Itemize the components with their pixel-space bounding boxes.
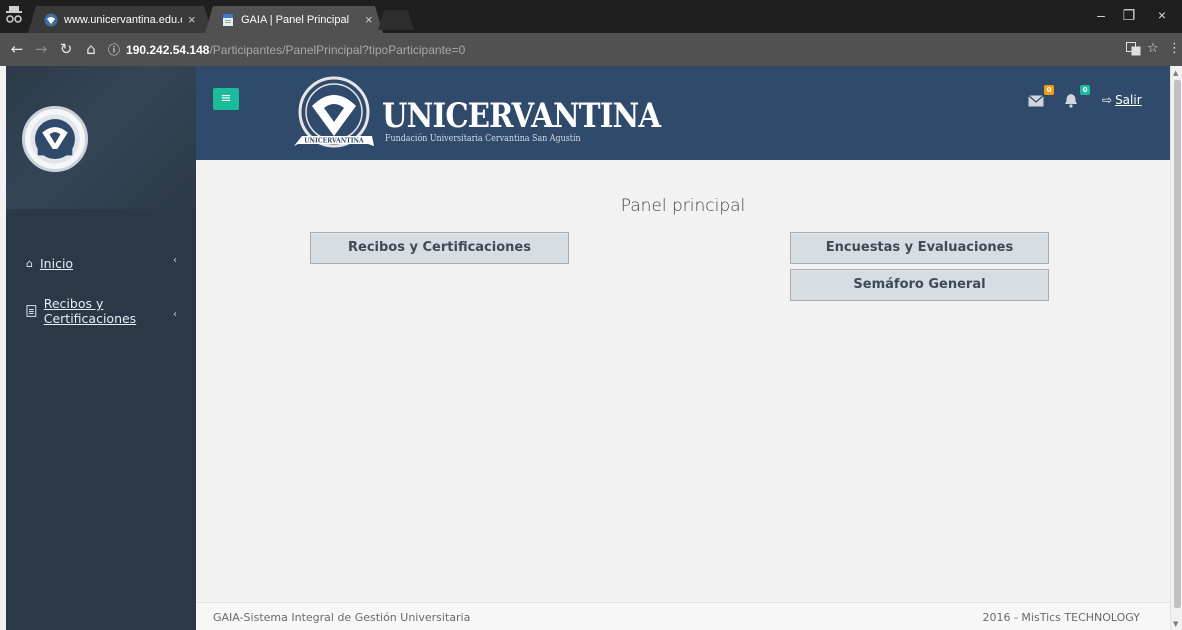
sidebar-item-label: Inicio — [39, 256, 74, 271]
messages-button[interactable]: 0 — [1028, 85, 1054, 108]
reload-icon[interactable]: ↻ — [57, 40, 75, 58]
incognito-icon — [6, 6, 22, 23]
notifications-button[interactable]: 0 — [1064, 85, 1090, 108]
chevron-left-icon[interactable]: ‹ — [173, 309, 177, 320]
new-tab-button[interactable] — [378, 10, 414, 30]
close-window-button[interactable]: × — [1147, 7, 1177, 23]
scroll-down-icon[interactable]: ▼ — [1173, 620, 1178, 628]
minimize-button[interactable]: – — [1086, 7, 1116, 23]
emblem-ribbon-text: UNICERVANTINA — [304, 138, 364, 145]
recibos-certificaciones-button[interactable]: Recibos y Certificaciones — [310, 232, 569, 264]
encuestas-evaluaciones-button[interactable]: Encuestas y Evaluaciones — [790, 232, 1049, 264]
chevron-left-icon[interactable]: ‹ — [173, 255, 177, 266]
envelope-icon — [1028, 95, 1044, 107]
site-info-icon[interactable]: ⓘ — [108, 39, 120, 61]
address-bar[interactable]: ⓘ 190.242.54.148/Participantes/PanelPrinc… — [108, 39, 1158, 61]
browser-toolbar: ← → ↻ ⌂ ⓘ 190.242.54.148/Participantes/Pa… — [0, 33, 1182, 66]
logout-label: Salir — [1115, 93, 1142, 107]
document-icon — [26, 305, 37, 317]
page-viewport: ⌂ Inicio ‹ Recibos y Certificaciones ‹ ≡… — [0, 66, 1182, 630]
browser-tabstrip: www.unicervantina.edu.c × GAIA | Panel P… — [0, 0, 1182, 33]
menu-icon[interactable]: ⋮ — [1168, 41, 1181, 56]
home-icon: ⌂ — [26, 257, 33, 270]
bell-icon — [1065, 94, 1077, 108]
restore-button[interactable]: ❐ — [1114, 7, 1144, 24]
star-icon[interactable]: ☆ — [1147, 41, 1159, 56]
sidebar: ⌂ Inicio ‹ Recibos y Certificaciones ‹ — [6, 66, 196, 630]
page-scrollbar[interactable]: ▲ ▼ — [1170, 66, 1182, 630]
brand-name: UNICERVANTINA — [382, 96, 661, 136]
scroll-up-icon[interactable]: ▲ — [1173, 69, 1178, 77]
unicervantina-favicon-icon — [44, 13, 58, 26]
close-tab-icon[interactable]: × — [188, 12, 196, 27]
top-header: ≡ UNICERVANTINA UNICERVANTINA Fundación … — [196, 66, 1170, 160]
sidebar-item-recibos[interactable]: Recibos y Certificaciones — [26, 296, 196, 326]
browser-tab-unicervantina[interactable]: www.unicervantina.edu.c × — [28, 6, 212, 33]
page-favicon-icon — [223, 13, 233, 26]
close-tab-icon[interactable]: × — [365, 12, 373, 27]
scrollbar-thumb[interactable] — [1174, 80, 1181, 608]
page-footer: GAIA-Sistema Integral de Gestión Univers… — [196, 602, 1170, 630]
back-icon[interactable]: ← — [8, 40, 26, 58]
sidebar-item-inicio[interactable]: ⌂ Inicio — [26, 256, 73, 271]
page-title: Panel principal — [620, 196, 746, 216]
brand-subtitle: Fundación Universitaria Cervantina San A… — [385, 134, 581, 144]
sidebar-toggle-button[interactable]: ≡ — [213, 88, 239, 110]
forward-icon[interactable]: → — [32, 40, 50, 58]
footer-copyright: 2016 - MisTics TECHNOLOGY — [982, 611, 1140, 624]
translate-icon[interactable] — [1126, 42, 1141, 56]
browser-tab-gaia[interactable]: GAIA | Panel Principal × — [205, 6, 383, 33]
logout-link[interactable]: ⇨ Salir — [1102, 93, 1142, 107]
tab-title: www.unicervantina.edu.c — [64, 13, 182, 26]
main-content: Panel principal Recibos y Certificacione… — [196, 160, 1170, 602]
url-path: /Participantes/PanelPrincipal?tipoPartic… — [209, 43, 466, 57]
home-icon[interactable]: ⌂ — [82, 40, 100, 58]
footer-system-name: GAIA-Sistema Integral de Gestión Univers… — [213, 611, 471, 624]
tab-title: GAIA | Panel Principal — [241, 13, 350, 26]
university-logo — [22, 106, 88, 172]
university-emblem-logo: UNICERVANTINA — [294, 76, 374, 148]
semaforo-general-button[interactable]: Semáforo General — [790, 269, 1049, 301]
notifications-count-badge: 0 — [1080, 85, 1090, 95]
sign-out-icon: ⇨ — [1102, 93, 1113, 107]
messages-count-badge: 0 — [1044, 85, 1054, 95]
url-host: 190.242.54.148 — [126, 43, 210, 57]
